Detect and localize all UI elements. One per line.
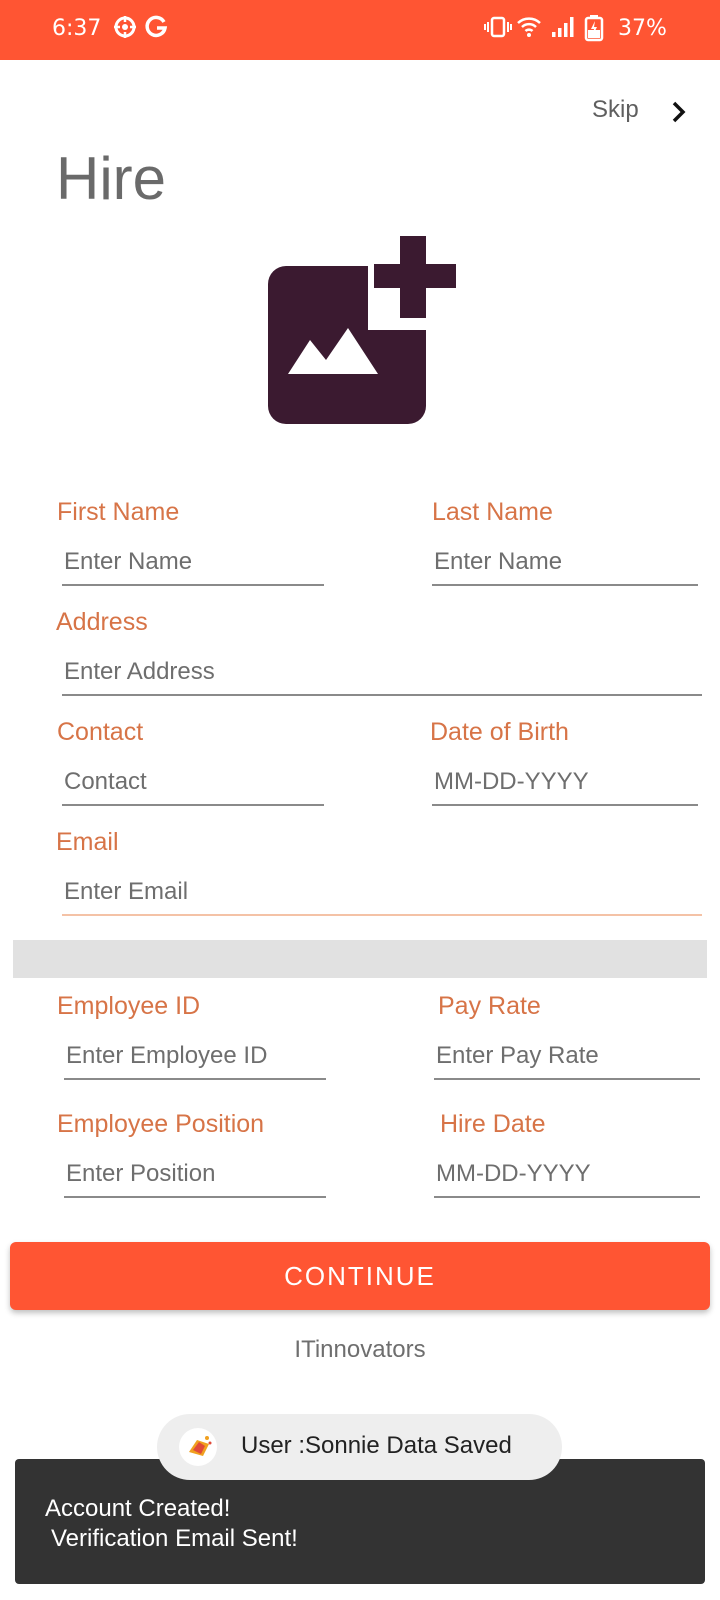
pay-rate-label: Pay Rate [438, 992, 541, 1020]
hire-date-field[interactable]: MM-DD-YYYY [434, 1150, 700, 1198]
continue-button[interactable]: CONTINUE [10, 1242, 710, 1310]
vibrate-icon [484, 14, 512, 45]
pay-rate-field[interactable]: Enter Pay Rate [434, 1032, 700, 1080]
last-name-label: Last Name [432, 498, 553, 526]
first-name-field[interactable]: Enter Name [62, 538, 324, 586]
battery-icon [584, 14, 604, 47]
snackbar-line-2: Verification Email Sent! [51, 1525, 298, 1552]
wifi-icon [516, 14, 542, 45]
toast-text: User :Sonnie Data Saved [241, 1432, 512, 1459]
status-time: 6:37 [52, 16, 102, 41]
contact-field[interactable]: Contact [62, 758, 324, 806]
google-icon [144, 14, 168, 45]
status-bar: 6:37 37% [0, 0, 720, 60]
date-of-birth-field[interactable]: MM-DD-YYYY [432, 758, 698, 806]
toast: User :Sonnie Data Saved [157, 1414, 562, 1480]
address-label: Address [56, 608, 148, 636]
first-name-label: First Name [57, 498, 180, 526]
email-label: Email [56, 828, 119, 856]
signal-icon [550, 14, 576, 45]
address-field[interactable]: Enter Address [62, 648, 702, 696]
snackbar-line-1: Account Created! [45, 1495, 231, 1522]
sync-icon [112, 14, 138, 45]
date-of-birth-label: Date of Birth [430, 718, 569, 746]
employee-position-label: Employee Position [57, 1110, 265, 1138]
section-divider [13, 940, 707, 978]
employee-position-field[interactable]: Enter Position [64, 1150, 326, 1198]
footer-brand: ITinnovators [294, 1336, 426, 1363]
skip-link[interactable]: Skip [592, 96, 639, 124]
battery-percentage: 37% [618, 16, 667, 41]
email-field[interactable]: Enter Email [62, 868, 702, 916]
add-photo-icon[interactable] [268, 236, 462, 433]
app-icon [179, 1428, 217, 1466]
employee-id-label: Employee ID [57, 992, 201, 1020]
employee-id-field[interactable]: Enter Employee ID [64, 1032, 326, 1080]
page-title: Hire [56, 145, 167, 212]
last-name-field[interactable]: Enter Name [432, 538, 698, 586]
contact-label: Contact [57, 718, 144, 746]
chevron-right-icon[interactable] [670, 100, 688, 129]
hire-date-label: Hire Date [440, 1110, 546, 1138]
